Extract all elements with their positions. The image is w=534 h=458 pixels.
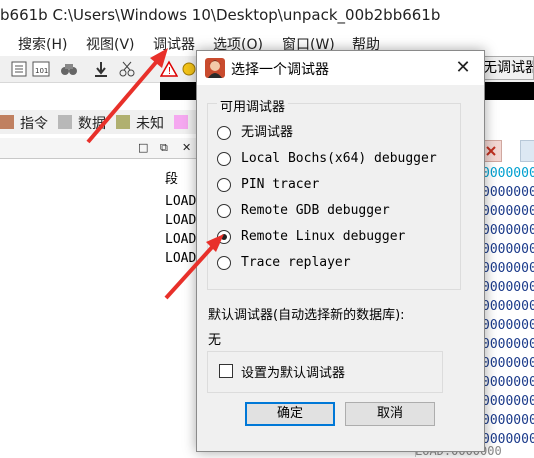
- toolbar-cut-icon[interactable]: [118, 60, 136, 78]
- menu-debugger[interactable]: 调试器: [153, 34, 195, 54]
- option-label: 无调试器: [241, 125, 294, 140]
- legend-label-instruction: 指令: [20, 116, 48, 132]
- hex-row: 0000000: [482, 318, 534, 333]
- hex-row: 0000000: [482, 394, 534, 409]
- option-label: Remote Linux debugger: [241, 229, 406, 244]
- legend-label-data: 数据: [78, 116, 106, 132]
- dialog-titlebar: 选择一个调试器 ✕: [197, 51, 484, 85]
- default-debugger-label: 默认调试器(自动选择新的数据库):: [208, 308, 405, 323]
- hex-row: 0000000: [482, 261, 534, 276]
- hex-row: 0000000: [482, 242, 534, 257]
- dialog-close-icon[interactable]: ✕: [451, 56, 475, 80]
- app-avatar-icon: [205, 58, 225, 78]
- hex-row: 0000000: [482, 299, 534, 314]
- tab-hex-view[interactable]: [520, 140, 534, 162]
- close-icon[interactable]: ✕: [182, 141, 191, 154]
- segments-column: 段 LOAD LOAD LOAD LOAD: [165, 170, 196, 268]
- radio-button[interactable]: [217, 256, 231, 270]
- toolbar-binary-icon[interactable]: 101: [32, 60, 50, 78]
- segments-pane-header: □ ⧉ ✕: [0, 138, 210, 159]
- legend-label-unknown: 未知: [136, 116, 164, 132]
- column-header: 段: [165, 172, 179, 187]
- menu-search[interactable]: 搜索(H): [18, 34, 67, 54]
- hex-row: 0000000: [482, 166, 534, 181]
- segment-row[interactable]: LOAD: [165, 192, 196, 211]
- svg-text:101: 101: [35, 67, 48, 75]
- legend-swatch-instruction: [0, 115, 14, 129]
- window-titlebar: b661b C:\Users\Windows 10\Desktop\unpack…: [0, 0, 534, 30]
- radio-button[interactable]: [217, 204, 231, 218]
- group-label: 可用调试器: [217, 96, 289, 115]
- dialog-title: 选择一个调试器: [231, 62, 329, 78]
- restore-icon[interactable]: ⧉: [160, 141, 168, 155]
- option-label: Remote GDB debugger: [241, 203, 390, 218]
- hex-row: 0000000: [482, 204, 534, 219]
- radio-button[interactable]: [217, 152, 231, 166]
- legend-swatch-external: [174, 115, 188, 129]
- radio-button-selected[interactable]: [217, 230, 231, 244]
- hex-row: 0000000: [482, 280, 534, 295]
- segment-row[interactable]: LOAD: [165, 230, 196, 249]
- radio-button[interactable]: [217, 178, 231, 192]
- set-default-label[interactable]: 设置为默认调试器: [241, 362, 345, 381]
- option-label: PIN tracer: [241, 177, 320, 192]
- segment-row[interactable]: LOAD: [165, 211, 196, 230]
- hex-row: 0000000: [482, 337, 534, 352]
- ok-button[interactable]: 确定: [245, 402, 335, 426]
- select-debugger-dialog: 选择一个调试器 ✕ 可用调试器 无调试器 Local Bochs(x64) de…: [196, 50, 485, 452]
- hex-row: 0000000: [482, 413, 534, 428]
- toolbar-warning-icon[interactable]: !: [160, 60, 178, 78]
- legend-swatch-data: [58, 115, 72, 129]
- legend-swatch-unknown: [116, 115, 130, 129]
- option-label: Trace replayer: [241, 255, 351, 270]
- hex-row: 0000000: [482, 375, 534, 390]
- default-debugger-value: 无: [208, 333, 222, 348]
- hex-row: 0000000: [482, 356, 534, 371]
- set-default-checkbox[interactable]: [219, 364, 233, 378]
- toolbar-list-icon[interactable]: [10, 60, 28, 78]
- maximize-icon[interactable]: □: [138, 141, 148, 154]
- menu-view[interactable]: 视图(V): [86, 34, 135, 54]
- option-label: Local Bochs(x64) debugger: [241, 151, 437, 166]
- segment-row[interactable]: LOAD: [165, 249, 196, 268]
- window-title: b661b C:\Users\Windows 10\Desktop\unpack…: [0, 6, 441, 24]
- hex-row: 0000000: [482, 223, 534, 238]
- hex-row: 0000000: [482, 185, 534, 200]
- cancel-button[interactable]: 取消: [345, 402, 435, 426]
- toolbar-binoculars-icon[interactable]: [60, 60, 78, 78]
- radio-button[interactable]: [217, 126, 231, 140]
- toolbar-download-icon[interactable]: [92, 60, 110, 78]
- navigation-legend: 指令 数据 未知: [0, 110, 210, 134]
- svg-text:!: !: [168, 66, 172, 77]
